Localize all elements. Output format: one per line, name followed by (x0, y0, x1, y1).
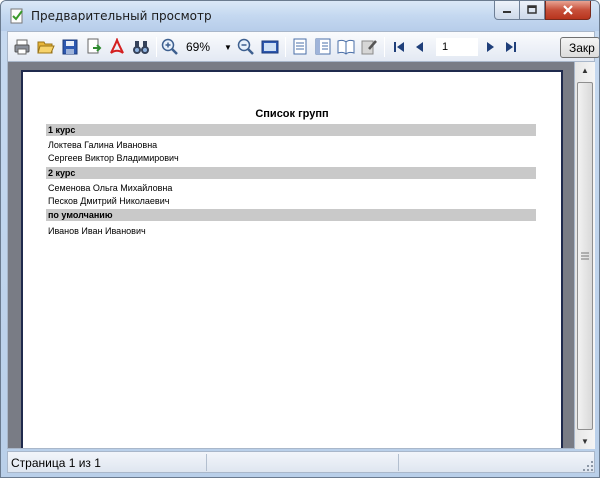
export-button[interactable] (85, 38, 103, 56)
preview-area[interactable]: Список групп 1 курс Локтева Галина Ивано… (7, 61, 575, 449)
outline-button[interactable] (314, 38, 332, 56)
status-separator (206, 454, 207, 471)
status-separator (398, 454, 399, 471)
close-window-button[interactable] (545, 1, 591, 20)
page-number-input[interactable] (436, 38, 478, 56)
zoom-level[interactable]: 69% (186, 40, 210, 54)
open-button[interactable] (37, 38, 55, 56)
list-item: Песков Дмитрий Николаевич (48, 196, 170, 206)
zoom-out-icon (237, 38, 254, 55)
edit-page-button[interactable] (360, 38, 378, 56)
book-icon (337, 39, 355, 55)
list-item: Семенова Ольга Михайловна (48, 183, 173, 193)
zoom-in-icon (161, 38, 178, 55)
page-setup-icon (293, 38, 307, 55)
group-header: 1 курс (46, 124, 536, 136)
chevron-down-icon: ▼ (581, 437, 589, 446)
title-bar[interactable]: Предварительный просмотр (1, 1, 599, 31)
zoom-dropdown[interactable]: ▼ (222, 38, 234, 56)
maximize-button[interactable] (520, 1, 545, 20)
first-page-button[interactable] (390, 38, 408, 56)
maximize-icon (527, 5, 537, 14)
last-page-icon (506, 42, 516, 52)
vertical-scrollbar[interactable]: ▲ ▼ (575, 61, 595, 449)
page-setup-button[interactable] (291, 38, 309, 56)
scrollbar-thumb[interactable] (577, 82, 593, 430)
edit-page-icon (361, 40, 377, 55)
list-item: Иванов Иван Иванович (48, 226, 146, 236)
toolbar-separator (384, 37, 385, 57)
fullscreen-button[interactable] (261, 38, 279, 56)
print-button[interactable] (13, 38, 31, 56)
toolbar: 69% ▼ 1 Закр (7, 31, 599, 61)
preview-app-icon (10, 8, 23, 24)
close-icon (563, 5, 573, 15)
group-header: 2 курс (46, 167, 536, 179)
previous-page-icon (416, 42, 423, 52)
zoom-out-button[interactable] (237, 38, 255, 56)
outline-icon (315, 38, 331, 55)
pdf-icon (110, 38, 124, 54)
find-button[interactable] (132, 38, 150, 56)
chevron-up-icon: ▲ (581, 66, 589, 75)
status-bar: Страница 1 из 1 (7, 451, 595, 473)
save-button[interactable] (61, 38, 79, 56)
minimize-icon (503, 11, 511, 13)
zoom-in-button[interactable] (161, 38, 179, 56)
printer-icon (14, 39, 30, 55)
binoculars-icon (133, 41, 149, 54)
export-icon (87, 38, 102, 54)
folder-open-icon (37, 41, 55, 54)
thumbnails-button[interactable] (337, 38, 355, 56)
next-page-button[interactable] (481, 38, 499, 56)
group-header: по умолчанию (46, 209, 536, 221)
save-icon (62, 39, 78, 55)
page-status: Страница 1 из 1 (11, 456, 101, 470)
first-page-icon (394, 42, 404, 52)
grip-icon (581, 252, 589, 260)
fullscreen-icon (261, 40, 279, 54)
resize-grip-icon[interactable] (582, 460, 594, 472)
last-page-button[interactable] (502, 38, 520, 56)
chevron-down-icon: ▼ (224, 42, 232, 52)
close-preview-button[interactable]: Закр (560, 37, 599, 58)
next-page-icon (487, 42, 494, 52)
minimize-button[interactable] (494, 1, 520, 20)
list-item: Сергеев Виктор Владимирович (48, 153, 179, 163)
scroll-down-button[interactable]: ▼ (575, 433, 595, 450)
toolbar-separator (285, 37, 286, 57)
toolbar-separator (156, 37, 157, 57)
report-page: Список групп 1 курс Локтева Галина Ивано… (21, 70, 563, 448)
export-pdf-button[interactable] (108, 38, 126, 56)
list-item: Локтева Галина Ивановна (48, 140, 158, 150)
previous-page-button[interactable] (411, 38, 429, 56)
report-title: Список групп (255, 108, 329, 120)
preview-window: Предварительный просмотр 69% ▼ 1 Закр Сп… (0, 0, 600, 478)
scroll-up-button[interactable]: ▲ (575, 62, 595, 79)
window-title: Предварительный просмотр (31, 9, 212, 23)
